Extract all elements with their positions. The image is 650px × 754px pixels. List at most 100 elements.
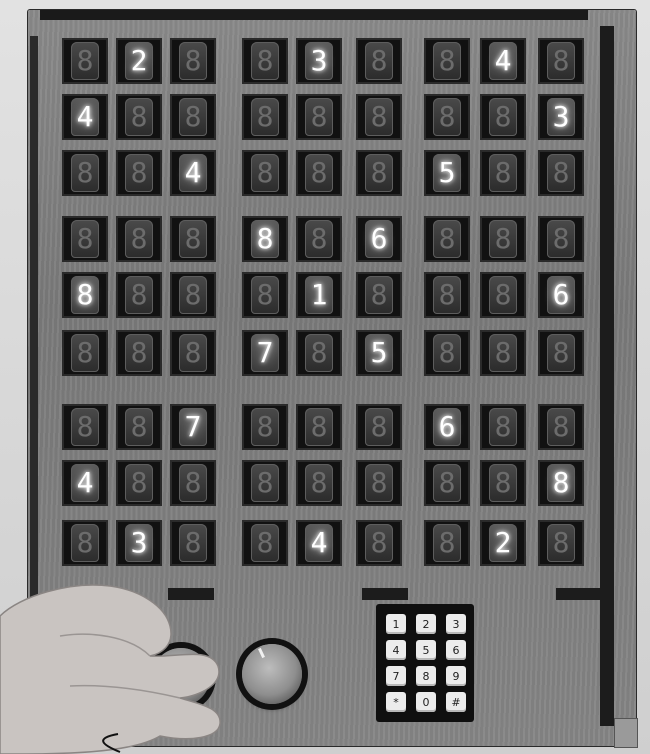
lit-digit: 2 — [489, 524, 517, 562]
nixie-cell: 3 — [116, 520, 162, 566]
lit-digit: 3 — [547, 98, 575, 136]
lit-digit: 7 — [251, 334, 279, 372]
lit-digit: 1 — [305, 276, 333, 314]
lit-digit: 3 — [125, 524, 153, 562]
nixie-cell: 8 — [424, 94, 470, 140]
lit-digit: 5 — [433, 154, 461, 192]
nixie-cell: 7 — [170, 404, 216, 450]
unlit-digit: 8 — [489, 154, 517, 192]
nixie-cell: 8 — [356, 272, 402, 318]
board-top-edge — [40, 10, 588, 20]
nixie-cell: 8 — [296, 216, 342, 262]
unlit-digit: 8 — [547, 154, 575, 192]
unlit-digit: 8 — [125, 98, 153, 136]
unlit-digit: 8 — [365, 524, 393, 562]
lit-digit: 3 — [305, 42, 333, 80]
unlit-digit: 8 — [71, 154, 99, 192]
unlit-digit: 8 — [71, 220, 99, 258]
nixie-cell: 8 — [424, 38, 470, 84]
nixie-cell: 8 — [242, 404, 288, 450]
right-knob[interactable] — [242, 644, 302, 704]
nixie-cell: 8 — [424, 520, 470, 566]
nixie-cell: 8 — [170, 330, 216, 376]
unlit-digit: 8 — [433, 334, 461, 372]
nixie-cell: 6 — [538, 272, 584, 318]
nixie-cell: 8 — [296, 330, 342, 376]
nixie-cell: 8 — [170, 38, 216, 84]
nixie-cell: 8 — [356, 520, 402, 566]
nixie-cell: 8 — [116, 404, 162, 450]
unlit-digit: 8 — [433, 98, 461, 136]
unlit-digit: 8 — [547, 408, 575, 446]
unlit-digit: 8 — [179, 276, 207, 314]
keypad-key[interactable]: # — [446, 692, 466, 712]
nixie-cell: 8 — [480, 330, 526, 376]
nixie-cell: 8 — [62, 404, 108, 450]
unlit-digit: 8 — [547, 220, 575, 258]
unlit-digit: 8 — [251, 154, 279, 192]
lit-digit: 6 — [365, 220, 393, 258]
keypad-key[interactable]: 8 — [416, 666, 436, 686]
keypad-key[interactable]: 3 — [446, 614, 466, 634]
lit-digit: 4 — [489, 42, 517, 80]
keypad-key[interactable]: 2 — [416, 614, 436, 634]
nixie-cell: 5 — [356, 330, 402, 376]
keypad-key[interactable]: 7 — [386, 666, 406, 686]
nixie-cell: 8 — [170, 460, 216, 506]
unlit-digit: 8 — [489, 408, 517, 446]
right-knob-indicator — [258, 647, 265, 659]
lit-digit: 8 — [251, 220, 279, 258]
nixie-cell: 8 — [62, 330, 108, 376]
keypad-key[interactable]: 4 — [386, 640, 406, 660]
lit-digit: 6 — [547, 276, 575, 314]
unlit-digit: 8 — [365, 276, 393, 314]
keypad-key[interactable]: 9 — [446, 666, 466, 686]
keypad-key[interactable]: 5 — [416, 640, 436, 660]
nixie-cell: 8 — [242, 520, 288, 566]
nixie-cell: 8 — [62, 38, 108, 84]
board-foot-post — [614, 718, 638, 748]
nixie-cell: 8 — [356, 404, 402, 450]
nixie-cell: 4 — [62, 94, 108, 140]
unlit-digit: 8 — [251, 42, 279, 80]
nixie-cell: 8 — [296, 150, 342, 196]
unlit-digit: 8 — [433, 276, 461, 314]
keypad-key[interactable]: 0 — [416, 692, 436, 712]
unlit-digit: 8 — [305, 334, 333, 372]
unlit-digit: 8 — [365, 98, 393, 136]
nixie-cell: 8 — [116, 330, 162, 376]
nixie-cell: 8 — [62, 150, 108, 196]
nixie-cell: 8 — [538, 404, 584, 450]
unlit-digit: 8 — [125, 464, 153, 502]
unlit-digit: 8 — [305, 98, 333, 136]
nixie-cell: 8 — [356, 150, 402, 196]
nixie-cell: 8 — [538, 520, 584, 566]
keypad-key[interactable]: 1 — [386, 614, 406, 634]
unlit-digit: 8 — [251, 524, 279, 562]
unlit-digit: 8 — [251, 98, 279, 136]
nixie-cell: 8 — [480, 150, 526, 196]
unlit-digit: 8 — [251, 408, 279, 446]
unlit-digit: 8 — [179, 42, 207, 80]
unlit-digit: 8 — [179, 220, 207, 258]
unlit-digit: 8 — [433, 220, 461, 258]
unlit-digit: 8 — [489, 464, 517, 502]
lit-digit: 6 — [433, 408, 461, 446]
nixie-cell: 8 — [242, 216, 288, 262]
unlit-digit: 8 — [365, 464, 393, 502]
lit-digit: 4 — [71, 464, 99, 502]
unlit-digit: 8 — [489, 334, 517, 372]
unlit-digit: 8 — [71, 408, 99, 446]
board-right-edge — [600, 26, 614, 726]
unlit-digit: 8 — [365, 42, 393, 80]
nixie-cell: 8 — [538, 216, 584, 262]
unlit-digit: 8 — [125, 220, 153, 258]
nixie-cell: 8 — [242, 94, 288, 140]
keypad-key[interactable]: 6 — [446, 640, 466, 660]
nixie-cell: 3 — [538, 94, 584, 140]
nixie-cell: 8 — [424, 460, 470, 506]
nixie-cell: 8 — [538, 150, 584, 196]
keypad-key[interactable]: * — [386, 692, 406, 712]
nixie-cell: 8 — [242, 272, 288, 318]
nixie-cell: 8 — [62, 272, 108, 318]
